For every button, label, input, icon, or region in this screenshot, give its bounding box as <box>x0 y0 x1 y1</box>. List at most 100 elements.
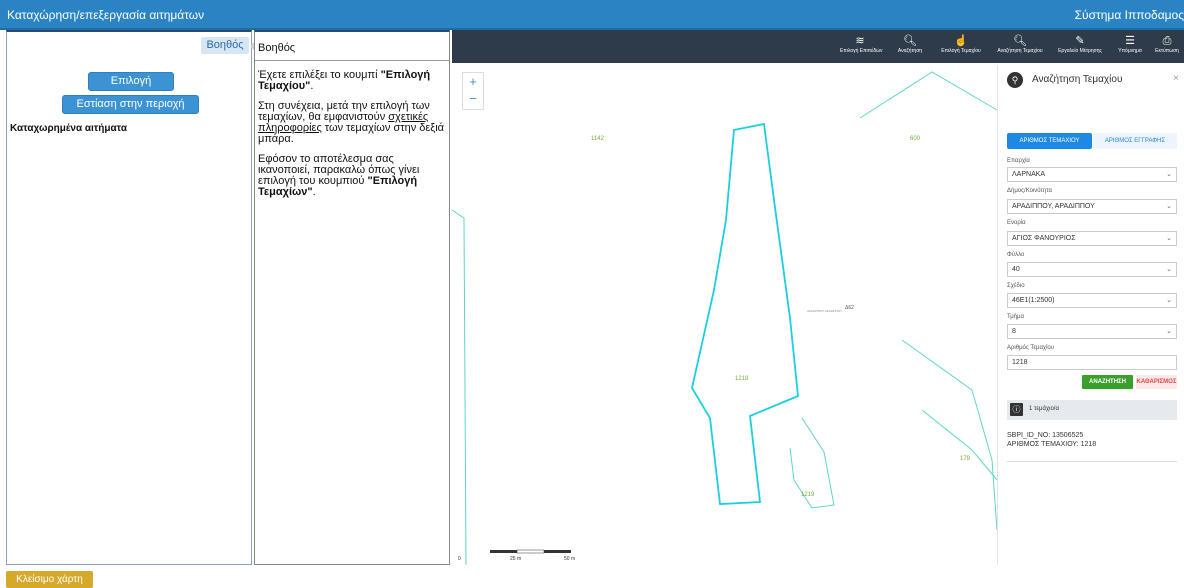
tab-registration-number[interactable]: ΑΡΙΘΜΟΣ ΕΓΓΡΑΦΗΣ <box>1093 133 1177 149</box>
measure-tool-label: Εργαλείο Μέτρησης <box>1058 48 1102 54</box>
search-icon: ⚲ <box>1007 72 1023 88</box>
print-icon: ⎙ <box>1162 35 1172 47</box>
search-tool[interactable]: 🔍︎ Αναζήτηση <box>894 35 926 55</box>
help-panel: Βοηθός Έχετε επιλέξει το κουμπί "Επιλογή… <box>254 30 450 565</box>
map-label-600: 600 <box>910 136 921 142</box>
parcel-search-tool-label: Αναζήτηση Τεμαχίου <box>997 48 1043 54</box>
select-parcel-button[interactable]: Επιλογή Τεμαχίου <box>88 72 174 104</box>
parcel-number-input[interactable]: 1218 <box>1007 355 1177 370</box>
result-item[interactable]: SBPI_ID_NO: 13506525 ΑΡΙΘΜΟΣ ΤΕΜΑΧΙΟΥ: 1… <box>1007 431 1177 462</box>
parish-label: Ενορία <box>1007 220 1026 226</box>
chevron-down-icon: ⌄ <box>1166 235 1172 242</box>
hand-pointer-icon: ☝ <box>954 35 968 47</box>
municipality-label: Δήμος/Κοινότητα <box>1007 188 1053 194</box>
help-text: Έχετε επιλέξει το κουμπί "Επιλογή Τεμαχί… <box>258 70 446 207</box>
block-value: 8 <box>1012 328 1016 335</box>
search-button[interactable]: ΑΝΑΖΗΤΗΣΗ <box>1082 375 1133 389</box>
district-value: ΛΑΡΝΑΚΑ <box>1012 171 1046 178</box>
scale-bar-dark-2 <box>544 550 571 553</box>
system-name: Σύστημα Ιπποδαμος <box>1074 8 1184 22</box>
help-divider <box>255 60 449 61</box>
layers-tool-label: Επιλογή Επιπέδων <box>840 48 883 54</box>
page-title: Καταχώρηση/επεξεργασία αιτημάτων <box>7 8 205 22</box>
help-paragraph-3: Εφόσον το αποτέλεσμα σας ικανοποιεί, παρ… <box>258 154 446 198</box>
parcel-outline-left <box>452 209 467 565</box>
parcel-outline-right-2 <box>921 409 998 481</box>
left-panel: Βοηθός Επιλογή Τεμαχίου Εστίαση στην περ… <box>6 30 255 565</box>
map-label-1142: 1142 <box>591 136 605 142</box>
map-view[interactable]: 1142 600 1218 1219 179 Δ62 ΑΡΑΔΙΠΠΟΥ ΑΡΑ… <box>452 30 1184 565</box>
chevron-down-icon: ⌄ <box>1166 328 1172 335</box>
zoom-out-button[interactable]: − <box>463 90 483 107</box>
select-parcel-tool-label: Επιλογή Τεμαχίου <box>941 48 981 54</box>
sheet-label: Φύλλο <box>1007 252 1025 258</box>
scale-bar-dark-1 <box>490 550 517 553</box>
help-panel-title: Βοηθός <box>258 42 296 54</box>
scale-label-50: 50 m <box>564 556 575 562</box>
parcel-search-tool[interactable]: 🔍︎ Αναζήτηση Τεμαχίου <box>992 35 1048 55</box>
result-summary: ⓘ 1 τεμάχιο/α <box>1007 400 1177 420</box>
app-header: Καταχώρηση/επεξεργασία αιτημάτων Σύστημα… <box>0 0 1184 30</box>
print-tool[interactable]: ⎙ Εκτύπωση <box>1150 35 1184 55</box>
block-select[interactable]: 8 ⌄ <box>1007 324 1177 339</box>
select-parcel-tool[interactable]: ☝ Επιλογή Τεμαχίου <box>936 35 986 55</box>
parcel-outline-right <box>901 339 998 531</box>
scale-bar: 0 25 m 50 m <box>458 549 575 562</box>
plan-value: 46E1(1:2500) <box>1012 297 1055 304</box>
help-button[interactable]: Βοηθός <box>201 37 249 54</box>
help-paragraph-2: Στη συνέχεια, μετά την επιλογή των τεμαχ… <box>258 101 446 145</box>
help-paragraph-1: Έχετε επιλέξει το κουμπί "Επιλογή Τεμαχί… <box>258 70 446 92</box>
parcel-number-label: Αριθμός Τεμαχίου <box>1007 345 1055 351</box>
info-icon: ⓘ <box>1010 403 1023 416</box>
result-count: 1 τεμάχιο/α <box>1029 406 1059 412</box>
scale-bar-light <box>516 549 545 554</box>
plan-select[interactable]: 46E1(1:2500) ⌄ <box>1007 293 1177 308</box>
map-label-d62: Δ62 <box>845 305 854 311</box>
close-map-button[interactable]: Κλείσιμο χάρτη <box>6 571 93 588</box>
tab-parcel-number[interactable]: ΑΡΙΘΜΟΣ ΤΕΜΑΧΙΟΥ <box>1007 133 1092 149</box>
block-label: Τμήμα <box>1007 314 1024 320</box>
parish-select[interactable]: ΑΓΙΟΣ ΦΑΝΟΥΡΙΟΣ ⌄ <box>1007 231 1177 246</box>
map-label-1218: 1218 <box>735 376 749 382</box>
chevron-down-icon: ⌄ <box>1166 203 1172 210</box>
zoom-control: + − <box>462 72 484 110</box>
map-label-179: 179 <box>960 456 971 462</box>
help-p1-end: . <box>310 80 314 92</box>
map-place-label: ΑΡΑΔΙΠΠΟΥ ΑΡΑΔΙΠΠΟΥ <box>807 309 842 313</box>
parish-value: ΑΓΙΟΣ ΦΑΝΟΥΡΙΟΣ <box>1012 235 1076 242</box>
chevron-down-icon: ⌄ <box>1166 171 1172 178</box>
parcel-search-panel: ⚲ Αναζήτηση Τεμαχίου × ΑΡΙΘΜΟΣ ΤΕΜΑΧΙΟΥ … <box>997 65 1184 565</box>
clear-button[interactable]: ΚΑΘΑΡΙΣΜΟΣ <box>1136 375 1177 389</box>
parcel-search-icon: 🔍︎ <box>1013 35 1027 47</box>
selected-parcel-1218[interactable] <box>691 122 799 505</box>
chevron-down-icon: ⌄ <box>1166 266 1172 273</box>
search-icon: 🔍︎ <box>903 35 917 47</box>
map-toolbar: ≋ Επιλογή Επιπέδων 🔍︎ Αναζήτηση ☝ Επιλογή Τ… <box>452 30 1184 63</box>
legend-icon: ☰ <box>1125 35 1135 47</box>
district-select[interactable]: ΛΑΡΝΑΚΑ ⌄ <box>1007 167 1177 182</box>
search-tool-label: Αναζήτηση <box>897 48 923 54</box>
ruler-icon: ✎ <box>1075 35 1085 47</box>
layers-icon: ≋ <box>855 35 865 47</box>
focus-area-button[interactable]: Εστίαση στην περιοχή μελέτης <box>62 95 199 127</box>
chevron-down-icon: ⌄ <box>1166 297 1172 304</box>
legend-tool[interactable]: ☰ Υπόμνημα <box>1112 35 1148 55</box>
district-label: Επαρχία <box>1007 158 1030 164</box>
sheet-select[interactable]: 40 ⌄ <box>1007 262 1177 277</box>
municipality-select[interactable]: ΑΡΑΔΙΠΠΟΥ, ΑΡΑΔΙΠΠΟΥ ⌄ <box>1007 199 1177 214</box>
sheet-value: 40 <box>1012 266 1020 273</box>
municipality-value: ΑΡΑΔΙΠΠΟΥ, ΑΡΑΔΙΠΠΟΥ <box>1012 203 1095 210</box>
result-sbpi-id: SBPI_ID_NO: 13506525 <box>1007 432 1084 439</box>
plan-label: Σχέδιο <box>1007 283 1025 289</box>
result-parcel-number: ΑΡΙΘΜΟΣ ΤΕΜΑΧΙΟΥ: 1218 <box>1007 441 1097 448</box>
print-tool-label: Εκτύπωση <box>1155 48 1179 54</box>
help-p3-end: . <box>312 186 316 198</box>
layers-tool[interactable]: ≋ Επιλογή Επιπέδων <box>840 35 883 55</box>
scale-label-25: 25 m <box>510 556 521 562</box>
zoom-in-button[interactable]: + <box>463 73 483 90</box>
scale-label-0: 0 <box>458 556 461 562</box>
registered-requests-heading: Καταχωρημένα αιτήματα <box>10 123 127 134</box>
parcel-outline-top-right <box>859 71 998 119</box>
close-icon[interactable]: × <box>1173 73 1179 84</box>
measure-tool[interactable]: ✎ Εργαλείο Μέτρησης <box>1052 35 1108 55</box>
